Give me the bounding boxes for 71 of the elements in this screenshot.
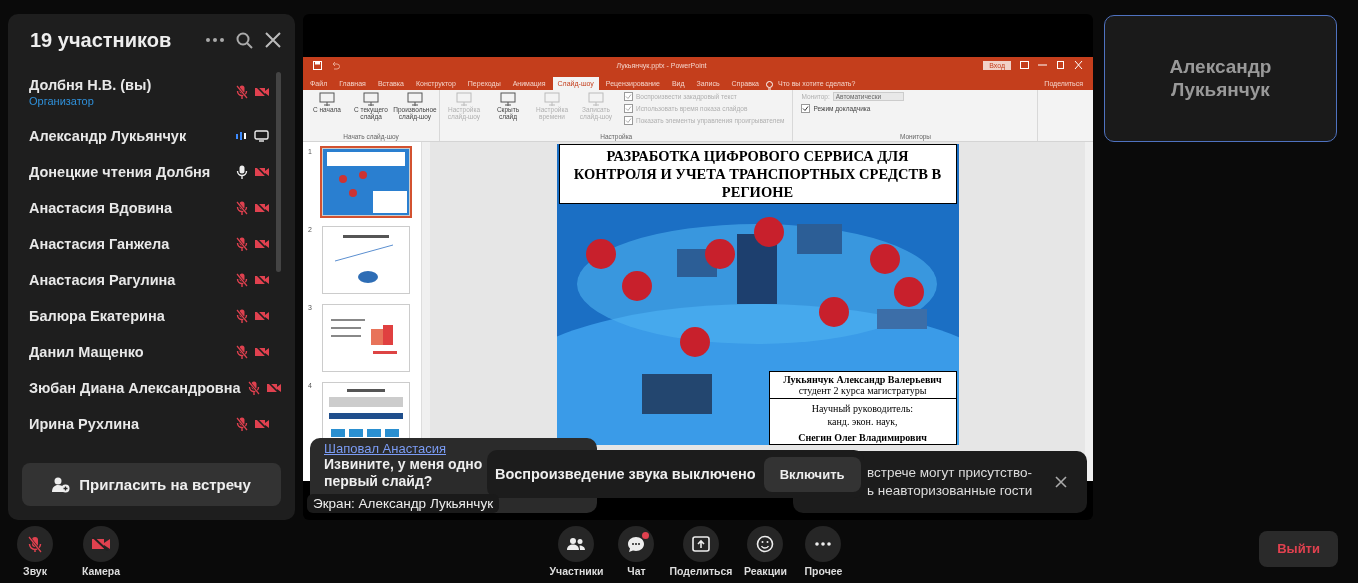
- chat-bubble-icon: [627, 535, 646, 553]
- message-text: первый слайд?: [324, 473, 433, 490]
- reactions-button[interactable]: [747, 526, 784, 562]
- close-icon[interactable]: [1055, 476, 1067, 488]
- more-button[interactable]: [805, 526, 842, 562]
- scrollbar[interactable]: [1085, 142, 1093, 481]
- slide-author-name: Лукьянчук Александр Валерьевич: [782, 372, 943, 385]
- participant-name[interactable]: Анастасия Ганжела: [29, 236, 229, 252]
- panel-title: 19 участников: [29, 28, 173, 52]
- search-icon[interactable]: [236, 31, 253, 49]
- speaker-name: Александр Лукьянчук: [1168, 55, 1273, 102]
- toolbar-label: Прочее: [804, 565, 843, 577]
- participant-name[interactable]: Балюра Екатерина: [29, 308, 229, 324]
- toolbar-label: Чат: [627, 565, 646, 577]
- toolbar-label: Поделиться: [669, 565, 733, 577]
- participant-role: Организатор: [29, 95, 95, 107]
- participant-name[interactable]: Зюбан Диана Александровна: [29, 380, 241, 396]
- monitor-icon: [544, 92, 560, 106]
- participant-name[interactable]: Анастасия Рагулина: [29, 272, 229, 288]
- slide-supervisor-name: Снегин Олег Владимирович: [797, 430, 928, 444]
- slide-thumbnail[interactable]: [322, 304, 410, 372]
- mic-off-icon: [28, 535, 42, 553]
- share-button[interactable]: [682, 526, 719, 562]
- toolbar-label: Реакции: [743, 565, 787, 577]
- invite-button[interactable]: Пригласить на встречу: [22, 463, 281, 506]
- save-icon[interactable]: [313, 60, 322, 70]
- people-icon: [567, 537, 586, 551]
- monitor-icon: [456, 92, 472, 106]
- participant-name[interactable]: Данил Мащенко: [29, 344, 229, 360]
- participant-name[interactable]: Долбня Н.В. (вы): [29, 77, 229, 93]
- participant-name[interactable]: Донецкие чтения Долбня: [29, 164, 229, 180]
- chat-button[interactable]: [618, 526, 655, 562]
- more-icon[interactable]: [206, 38, 224, 42]
- scrollbar[interactable]: [276, 72, 281, 272]
- participant-name[interactable]: Ирина Рухлина: [29, 416, 229, 432]
- screen-label: Экран: Александр Лукьянчук: [307, 494, 500, 513]
- guest-notice-text: ь неавторизованные гости: [867, 482, 1034, 500]
- ribbon-display-icon[interactable]: [1020, 61, 1029, 69]
- more-icon: [815, 542, 832, 546]
- toolbar-label: Камера: [81, 565, 121, 577]
- add-person-icon: [52, 476, 71, 493]
- slide-supervisor-text: канд. экон. наук,: [826, 415, 899, 429]
- camera-button[interactable]: [83, 526, 119, 562]
- monitor-icon: [407, 92, 423, 106]
- smiley-icon: [756, 535, 775, 553]
- slide-supervisor-text: Научный руководитель:: [810, 401, 915, 415]
- monitor-icon: [363, 92, 379, 106]
- leave-button[interactable]: Выйти: [1259, 530, 1338, 567]
- undo-icon[interactable]: [331, 60, 340, 70]
- slide-author-note: студент 2 курса магистратуры: [769, 384, 956, 399]
- monitor-icon: [319, 92, 335, 106]
- camera-off-icon: [92, 537, 110, 551]
- participant-name[interactable]: Александр Лукьянчук: [29, 128, 228, 144]
- slide-thumbnail[interactable]: [322, 148, 410, 216]
- message-text: Извините, у меня одно: [324, 456, 483, 473]
- maximize-icon[interactable]: [1056, 61, 1065, 69]
- toolbar-label: Звук: [23, 565, 47, 577]
- people-button[interactable]: [558, 526, 595, 562]
- enable-button[interactable]: Включить: [763, 456, 861, 492]
- checkmark-icon: [802, 105, 810, 112]
- participant-name[interactable]: Анастасия Вдовина: [29, 200, 229, 216]
- monitor-icon: [500, 92, 516, 106]
- upload-screen-icon: [691, 536, 710, 552]
- toolbar-label: Участники: [549, 565, 604, 577]
- slide-title: РАЗРАБОТКА ЦИФРОВОГО СЕРВИСА ДЛЯ КОНТРОЛЯ И УЧЕТА ТРАНСПОРТНЫХ СРЕДСТВ В РЕГИОНЕ: [558, 144, 957, 205]
- close-icon[interactable]: [265, 32, 281, 48]
- message-author: Шаповал Анастасия: [324, 441, 447, 456]
- microphone-button[interactable]: [17, 526, 53, 562]
- slide-thumbnail[interactable]: [322, 226, 410, 294]
- guest-notice-text: встрече могут присутство-: [867, 463, 1034, 482]
- monitor-icon: [588, 92, 604, 106]
